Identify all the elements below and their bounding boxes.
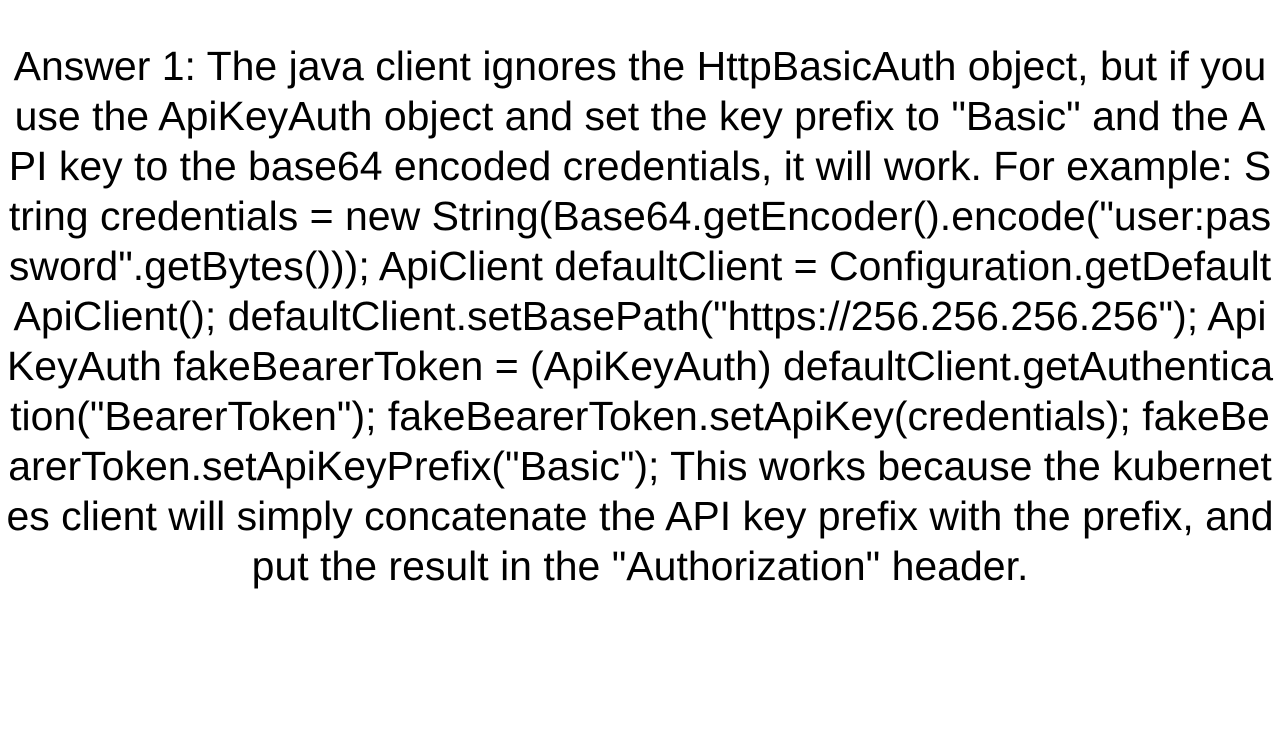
answer-text: Answer 1: The java client ignores the Ht… <box>5 41 1275 591</box>
document-content: Answer 1: The java client ignores the Ht… <box>0 0 1280 751</box>
